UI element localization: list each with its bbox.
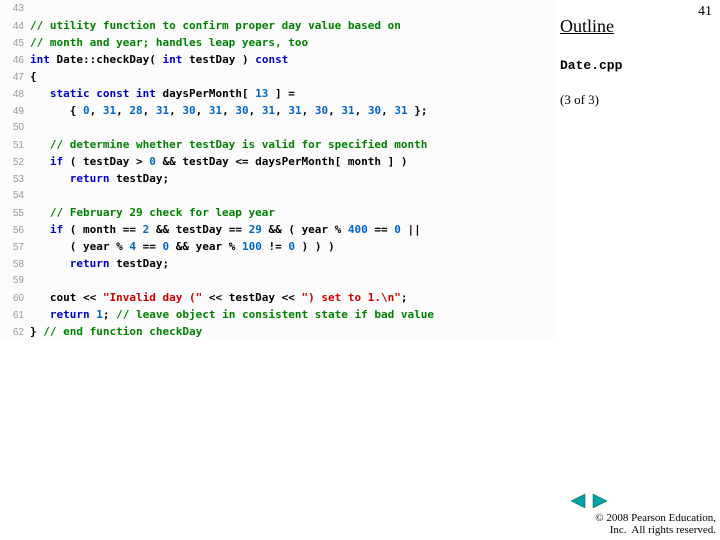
prev-slide-button[interactable]	[568, 492, 588, 510]
code-line: 50	[0, 119, 555, 136]
code-text: // month and year; handles leap years, t…	[30, 34, 308, 51]
copyright-text: © 2008 Pearson Education, Inc. All right…	[595, 512, 716, 536]
code-text: {	[30, 68, 37, 85]
line-number: 62	[0, 324, 30, 341]
code-line: 62} // end function checkDay	[0, 323, 555, 340]
line-number: 52	[0, 154, 30, 171]
page-number: 41	[698, 4, 712, 20]
code-text: { 0, 31, 28, 31, 30, 31, 30, 31, 31, 30,…	[30, 102, 427, 119]
code-line: 51 // determine whether testDay is valid…	[0, 136, 555, 153]
code-line: 45// month and year; handles leap years,…	[0, 34, 555, 51]
code-text: // February 29 check for leap year	[30, 204, 275, 221]
triangle-left-icon	[569, 493, 587, 509]
code-text: } // end function checkDay	[30, 323, 202, 340]
line-number: 44	[0, 18, 30, 35]
code-line: 48 static const int daysPerMonth[ 13 ] =	[0, 85, 555, 102]
code-line: 49 { 0, 31, 28, 31, 30, 31, 30, 31, 31, …	[0, 102, 555, 119]
code-line: 56 if ( month == 2 && testDay == 29 && (…	[0, 221, 555, 238]
part-indicator: (3 of 3)	[560, 92, 599, 108]
code-text: return testDay;	[30, 255, 169, 272]
next-slide-button[interactable]	[590, 492, 610, 510]
code-text: return 1; // leave object in consistent …	[30, 306, 434, 323]
source-filename: Date.cpp	[560, 58, 622, 73]
line-number: 56	[0, 222, 30, 239]
code-text: static const int daysPerMonth[ 13 ] =	[30, 85, 295, 102]
triangle-right-icon	[591, 493, 609, 509]
code-line: 60 cout << "Invalid day (" << testDay <<…	[0, 289, 555, 306]
line-number: 43	[0, 0, 30, 17]
line-number: 55	[0, 205, 30, 222]
code-line: 47{	[0, 68, 555, 85]
line-number: 58	[0, 256, 30, 273]
line-number: 57	[0, 239, 30, 256]
line-number: 61	[0, 307, 30, 324]
code-line: 46int Date::checkDay( int testDay ) cons…	[0, 51, 555, 68]
code-text: return testDay;	[30, 170, 169, 187]
code-line: 58 return testDay;	[0, 255, 555, 272]
code-text: if ( month == 2 && testDay == 29 && ( ye…	[30, 221, 421, 238]
code-text: ( year % 4 == 0 && year % 100 != 0 ) ) )	[30, 238, 335, 255]
sidebar: 41 Outline Date.cpp (3 of 3)	[560, 0, 720, 540]
outline-heading: Outline	[560, 16, 614, 37]
code-line: 55 // February 29 check for leap year	[0, 204, 555, 221]
code-line: 44// utility function to confirm proper …	[0, 17, 555, 34]
line-number: 60	[0, 290, 30, 307]
line-number: 46	[0, 52, 30, 69]
line-number: 48	[0, 86, 30, 103]
slide: 4344// utility function to confirm prope…	[0, 0, 720, 540]
code-line: 61 return 1; // leave object in consiste…	[0, 306, 555, 323]
line-number: 50	[0, 119, 30, 136]
code-text: // determine whether testDay is valid fo…	[30, 136, 427, 153]
code-line: 52 if ( testDay > 0 && testDay <= daysPe…	[0, 153, 555, 170]
code-line: 57 ( year % 4 == 0 && year % 100 != 0 ) …	[0, 238, 555, 255]
code-text: if ( testDay > 0 && testDay <= daysPerMo…	[30, 153, 408, 170]
code-line: 43	[0, 0, 555, 17]
code-text: // utility function to confirm proper da…	[30, 17, 401, 34]
code-text: int Date::checkDay( int testDay ) const	[30, 51, 288, 68]
line-number: 53	[0, 171, 30, 188]
slide-nav	[568, 492, 610, 510]
code-line: 53 return testDay;	[0, 170, 555, 187]
code-listing: 4344// utility function to confirm prope…	[0, 0, 555, 340]
code-line: 54	[0, 187, 555, 204]
line-number: 49	[0, 103, 30, 120]
code-line: 59	[0, 272, 555, 289]
line-number: 45	[0, 35, 30, 52]
line-number: 47	[0, 69, 30, 86]
line-number: 54	[0, 187, 30, 204]
line-number: 59	[0, 272, 30, 289]
code-text: cout << "Invalid day (" << testDay << ")…	[30, 289, 408, 306]
line-number: 51	[0, 137, 30, 154]
